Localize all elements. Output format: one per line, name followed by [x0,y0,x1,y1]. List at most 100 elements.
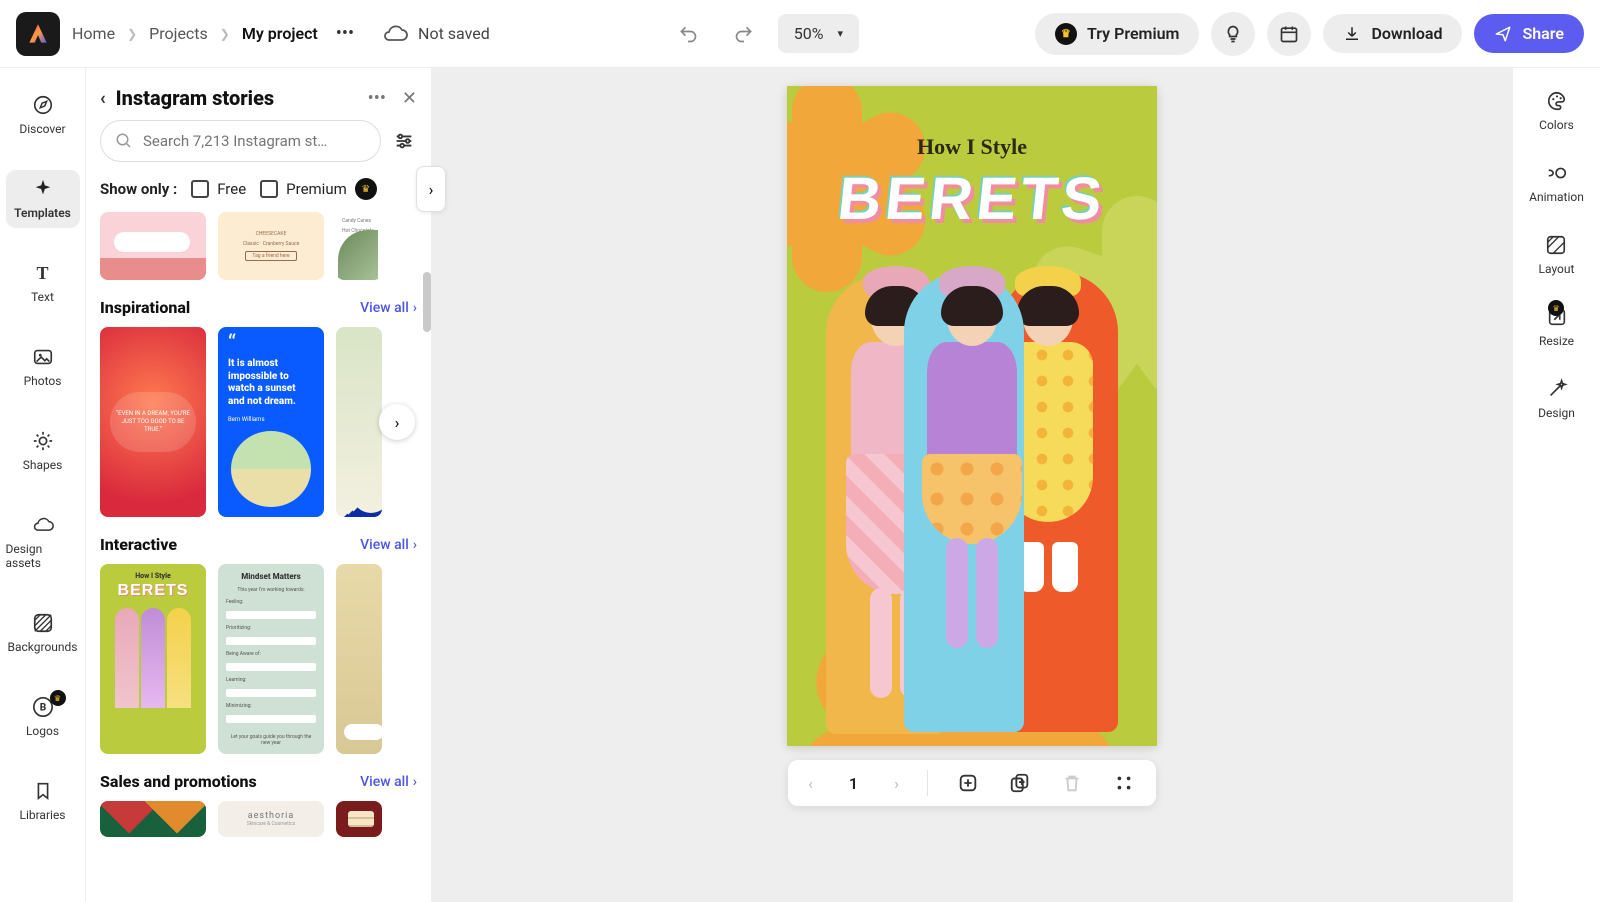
download-button[interactable]: Download [1323,14,1462,53]
rail-shapes[interactable]: Shapes [6,422,80,480]
delete-page-button [1060,771,1084,795]
breadcrumb-home[interactable]: Home [72,24,115,43]
template-card[interactable]: Mindset Matters This year I'm working to… [218,564,324,754]
template-card[interactable] [336,564,382,754]
collapse-panel-button[interactable]: › [416,166,446,212]
rrail-resize[interactable]: ♛ Resize [1539,306,1574,348]
search-icon [115,132,133,150]
zoom-dropdown[interactable]: 50% ▾ [778,14,859,53]
thumb-text: How I Style [135,572,171,580]
page-number[interactable]: 1 [841,774,866,793]
rail-logos[interactable]: ♛ B Logos [6,688,80,746]
canvas-area[interactable]: How I Style BERETS [432,68,1512,902]
rail-text[interactable]: T Text [6,254,80,312]
zoom-value: 50% [794,24,824,43]
tips-button[interactable] [1211,12,1255,56]
templates-panel: › ‹ Instagram stories ••• ✕ Show only : [86,68,432,902]
share-button[interactable]: Share [1474,14,1584,53]
close-panel-button[interactable]: ✕ [402,88,417,109]
redo-button[interactable] [722,12,766,56]
template-card[interactable] [100,801,206,837]
chevron-right-icon: ❯ [220,27,230,41]
breadcrumb-projects[interactable]: Projects [149,24,208,43]
app-logo[interactable] [16,12,60,56]
template-card[interactable] [336,801,382,837]
template-card[interactable]: aesthoria Skincare & Cosmetics [218,801,324,837]
rrail-animation[interactable]: Animation [1529,162,1584,204]
rrail-label: Animation [1529,190,1584,204]
scrollbar[interactable] [423,272,431,332]
prev-page-button[interactable]: ‹ [808,774,813,793]
template-card[interactable]: How I Style BERETS [100,564,206,754]
rail-design-assets[interactable]: Design assets [6,506,80,578]
rail-backgrounds[interactable]: Backgrounds [6,604,80,662]
panel-more-menu[interactable]: ••• [368,88,386,109]
undo-button[interactable] [666,12,710,56]
row-next-button[interactable]: › [379,404,415,440]
gear-icon [32,430,54,452]
section-interactive: Interactive View all › How I Style BERET… [100,523,417,754]
add-page-button[interactable] [956,771,980,795]
canvas-subtitle[interactable]: How I Style [787,134,1157,160]
canvas-figures[interactable] [811,266,1133,726]
next-page-button[interactable]: › [894,774,899,793]
view-all-link[interactable]: View all › [360,537,417,553]
chevron-right-icon: ❯ [127,27,137,41]
template-card[interactable]: CHEESECAKE Classic · Cranberry Sauce Tag… [218,212,324,280]
thumb-text: “EVEN IN A DREAM, YOU'RE JUST TOO GOOD T… [110,392,196,451]
chevron-down-icon: ▾ [837,27,843,40]
filter-premium-checkbox[interactable]: Premium ♛ [260,178,377,200]
template-card[interactable] [336,327,382,517]
motion-icon [1546,162,1568,184]
templates-scroll[interactable]: CHEESECAKE Classic · Cranberry Sauce Tag… [86,212,431,902]
rrail-label: Resize [1539,334,1574,348]
calendar-button[interactable] [1267,12,1311,56]
breadcrumb-current[interactable]: My project [242,24,318,43]
template-card[interactable]: Candy Canes Hot Chocolate [336,212,382,280]
rail-photos[interactable]: Photos [6,338,80,396]
back-button[interactable]: ‹ [100,88,106,109]
save-status: Not saved [382,24,490,44]
compass-icon [32,94,54,116]
crown-icon: ♛ [50,690,66,706]
magic-wand-icon [1546,378,1568,400]
filters-button[interactable] [391,128,417,154]
checkbox-icon [260,180,278,198]
layout-icon [1545,234,1567,256]
rail-label: Shapes [23,458,63,472]
rrail-layout[interactable]: Layout [1539,234,1575,276]
rrail-colors[interactable]: Colors [1539,90,1574,132]
thumb-text: Let your goals guide you through the new… [226,734,316,746]
template-card[interactable]: “EVEN IN A DREAM, YOU'RE JUST TOO GOOD T… [100,327,206,517]
canvas-title[interactable]: BERETS [787,164,1157,233]
rail-label: Backgrounds [8,640,78,654]
download-icon [1343,25,1361,43]
view-all-link[interactable]: View all › [360,774,417,790]
rail-discover[interactable]: Discover [6,86,80,144]
template-row: How I Style BERETS Mindset Matters This … [100,564,417,754]
send-icon [1494,25,1512,43]
filter-free-checkbox[interactable]: Free [191,180,246,198]
template-card[interactable] [100,212,206,280]
share-label: Share [1522,24,1564,43]
thumb-text: Learning: [226,677,316,683]
search-input-wrapper[interactable] [100,120,381,162]
grid-view-button[interactable] [1112,771,1136,795]
duplicate-page-button[interactable] [1008,771,1032,795]
search-input[interactable] [143,132,366,150]
section-title: Sales and promotions [100,772,257,791]
section-inspirational: Inspirational View all › “EVEN IN A DREA… [100,286,417,517]
project-more-menu[interactable]: ••• [330,17,360,50]
rrail-design[interactable]: Design [1538,378,1575,420]
thumb-text: It is almost impossible to watch a sunse… [228,358,314,408]
canvas[interactable]: How I Style BERETS [787,86,1157,746]
rail-label: Logos [26,724,59,738]
thumb-text: Feeling: [226,599,316,605]
thumb-text: Mindset Matters [226,572,316,581]
main-content: Discover Templates T Text Photos Shapes … [0,68,1600,902]
template-card[interactable]: “ It is almost impossible to watch a sun… [218,327,324,517]
try-premium-button[interactable]: ♛ Try Premium [1035,13,1199,55]
view-all-link[interactable]: View all › [360,300,417,316]
rail-templates[interactable]: Templates [6,170,80,228]
rail-libraries[interactable]: Libraries [6,772,80,830]
